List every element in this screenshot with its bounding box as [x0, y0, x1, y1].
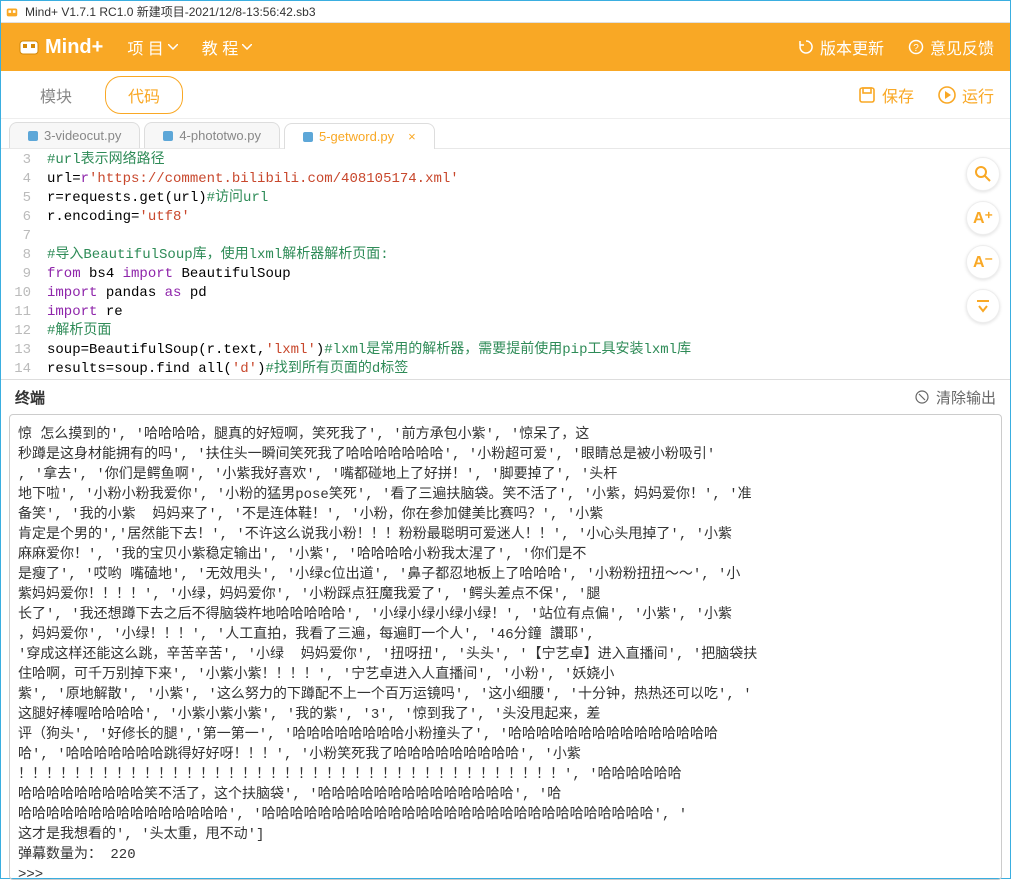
terminal-title: 终端	[15, 387, 45, 408]
menu-project[interactable]: 项 目	[127, 35, 177, 59]
run-button[interactable]: 运行	[938, 83, 994, 107]
code-area[interactable]: #url表示网络路径 url=r'https://comment.bilibil…	[47, 151, 1010, 379]
search-tool-button[interactable]	[966, 157, 1000, 191]
editor-side-tools: A⁺ A⁻	[966, 157, 1000, 323]
save-button[interactable]: 保存	[858, 83, 914, 107]
clear-icon	[914, 389, 930, 405]
code-editor[interactable]: 34567891011121314 #url表示网络路径 url=r'https…	[1, 149, 1010, 379]
play-icon	[938, 86, 956, 104]
window-title: Mind+ V1.7.1 RC1.0 新建项目-2021/12/8-13:56:…	[25, 3, 316, 20]
terminal-panel: 终端 清除输出 惊 怎么摸到的', '哈哈哈哈，腿真的好短啊，笑死我了', '前…	[1, 379, 1010, 880]
clear-output-button[interactable]: 清除输出	[914, 387, 996, 408]
window-titlebar: Mind+ V1.7.1 RC1.0 新建项目-2021/12/8-13:56:…	[1, 1, 1010, 23]
menu-version-update[interactable]: 版本更新	[798, 35, 884, 59]
collapse-button[interactable]	[966, 289, 1000, 323]
tab-code[interactable]: 代码	[105, 76, 183, 114]
file-tab-active[interactable]: 5-getword.py ×	[284, 123, 435, 149]
save-icon	[858, 86, 876, 104]
toolbar: 模块 代码 保存 运行	[1, 71, 1010, 119]
font-increase-button[interactable]: A⁺	[966, 201, 1000, 235]
refresh-icon	[798, 39, 814, 55]
menu-feedback[interactable]: ? 意见反馈	[908, 35, 994, 59]
close-tab-icon[interactable]: ×	[408, 129, 416, 144]
app-icon	[5, 5, 19, 19]
file-tabs: 3-videocut.py 4-phototwo.py 5-getword.py…	[1, 119, 1010, 149]
collapse-icon	[974, 297, 992, 315]
svg-text:?: ?	[913, 43, 919, 54]
font-decrease-button[interactable]: A⁻	[966, 245, 1000, 279]
brand-logo: Mind+	[17, 35, 103, 59]
terminal-output[interactable]: 惊 怎么摸到的', '哈哈哈哈，腿真的好短啊，笑死我了', '前方承包小紫', …	[9, 414, 1002, 880]
chevron-down-icon	[242, 44, 252, 50]
python-icon	[303, 132, 313, 142]
line-gutter: 34567891011121314	[1, 151, 47, 379]
tab-module[interactable]: 模块	[17, 76, 95, 114]
chevron-down-icon	[168, 44, 178, 50]
file-tab[interactable]: 3-videocut.py	[9, 122, 140, 148]
main-menubar: Mind+ 项 目 教 程 版本更新 ? 意见反馈	[1, 23, 1010, 71]
python-icon	[163, 131, 173, 141]
search-icon	[974, 165, 992, 183]
python-icon	[28, 131, 38, 141]
question-circle-icon: ?	[908, 39, 924, 55]
menu-tutorial[interactable]: 教 程	[202, 35, 252, 59]
file-tab[interactable]: 4-phototwo.py	[144, 122, 280, 148]
